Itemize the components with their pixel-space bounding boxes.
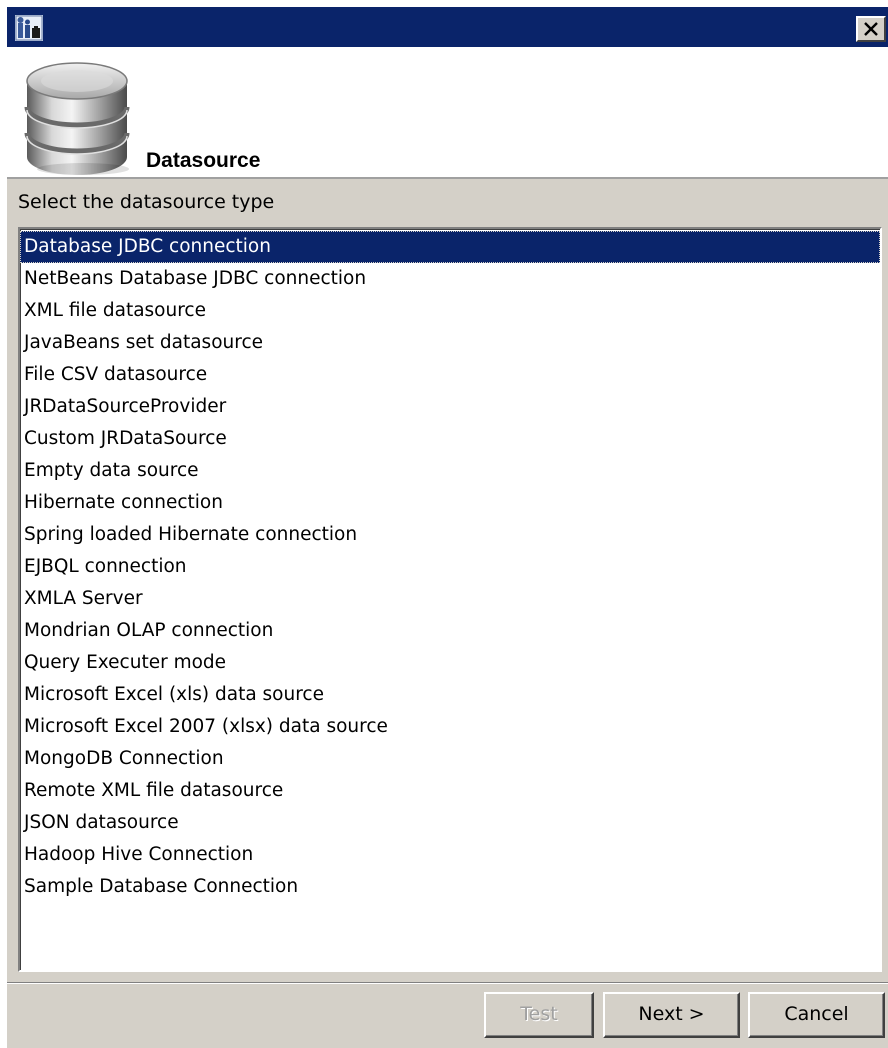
select-type-label: Select the datasource type [18, 191, 275, 213]
datasource-type-list[interactable]: Database JDBC connection NetBeans Databa… [18, 227, 882, 972]
button-bar-separator [7, 982, 888, 984]
list-item[interactable]: JRDataSourceProvider [20, 391, 880, 423]
close-button[interactable] [856, 16, 886, 42]
title-bar[interactable] [7, 7, 888, 47]
list-item[interactable]: Query Executer mode [20, 647, 880, 679]
close-icon [864, 22, 878, 36]
datasource-dialog: Datasource Select the datasource type Da… [7, 7, 888, 1048]
list-item[interactable]: Hibernate connection [20, 487, 880, 519]
list-item[interactable]: Custom JRDataSource [20, 423, 880, 455]
list-item[interactable]: NetBeans Database JDBC connection [20, 263, 880, 295]
list-item[interactable]: EJBQL connection [20, 551, 880, 583]
list-item[interactable]: JavaBeans set datasource [20, 327, 880, 359]
cancel-button[interactable]: Cancel [748, 992, 885, 1038]
wizard-header: Datasource [7, 47, 888, 179]
list-item[interactable]: Database JDBC connection [20, 231, 880, 263]
list-item[interactable]: Sample Database Connection [20, 871, 880, 903]
database-icon [21, 57, 133, 179]
list-item[interactable]: Microsoft Excel (xls) data source [20, 679, 880, 711]
list-item[interactable]: Microsoft Excel 2007 (xlsx) data source [20, 711, 880, 743]
list-item[interactable]: XML file datasource [20, 295, 880, 327]
test-button[interactable]: Test [484, 992, 594, 1038]
next-button[interactable]: Next > [603, 992, 740, 1038]
list-item[interactable]: Mondrian OLAP connection [20, 615, 880, 647]
list-item[interactable]: Remote XML file datasource [20, 775, 880, 807]
list-item[interactable]: JSON datasource [20, 807, 880, 839]
list-item[interactable]: Hadoop Hive Connection [20, 839, 880, 871]
header-title: Datasource [146, 149, 261, 172]
app-icon [15, 15, 43, 41]
list-item[interactable]: XMLA Server [20, 583, 880, 615]
list-item[interactable]: File CSV datasource [20, 359, 880, 391]
list-item[interactable]: Spring loaded Hibernate connection [20, 519, 880, 551]
list-item[interactable]: Empty data source [20, 455, 880, 487]
list-item[interactable]: MongoDB Connection [20, 743, 880, 775]
